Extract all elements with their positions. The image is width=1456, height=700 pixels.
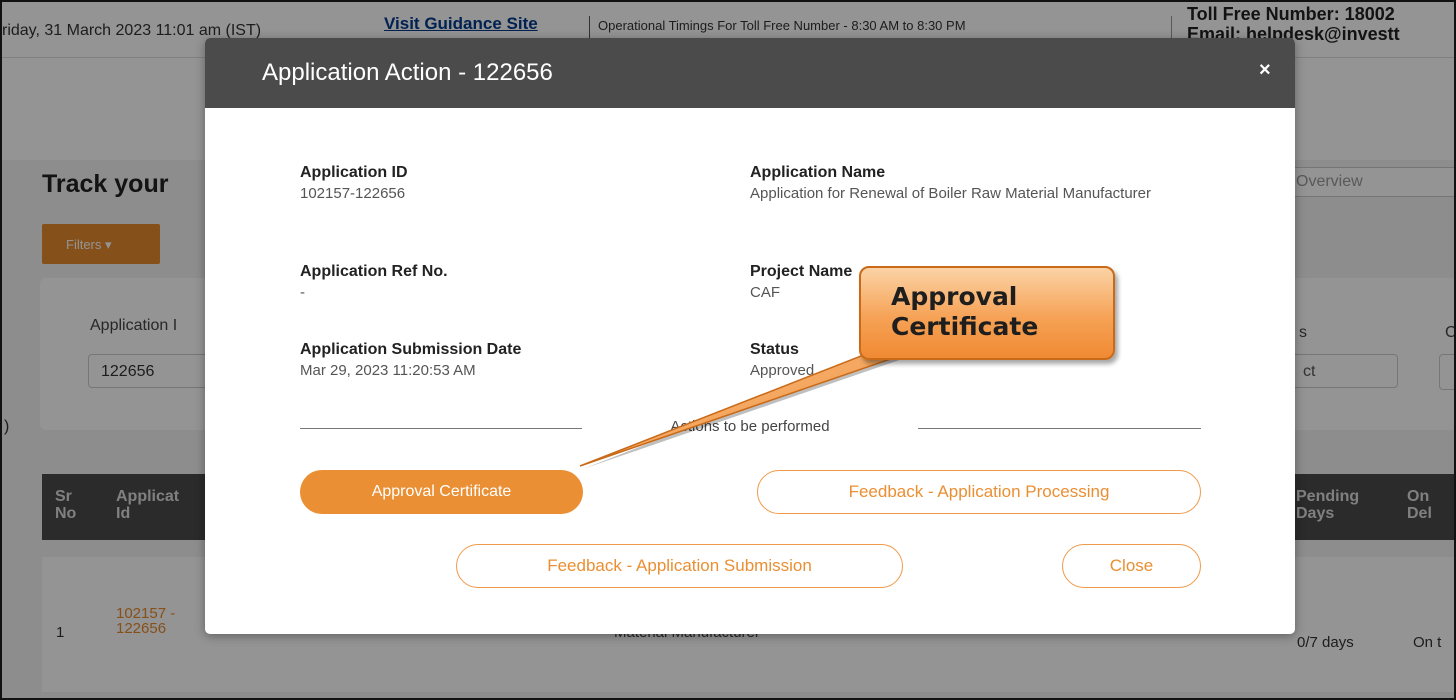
application-ref-value: - [300,284,305,301]
application-name-label: Application Name [750,164,886,181]
feedback-processing-button[interactable]: Feedback - Application Processing [757,470,1201,514]
project-name-label: Project Name [750,263,853,280]
submission-date-label: Application Submission Date [300,341,522,358]
submission-date-value: Mar 29, 2023 11:20:53 AM [300,362,476,379]
browser-frame: riday, 31 March 2023 11:01 am (IST) Visi… [0,0,1456,700]
application-name-value: Application for Renewal of Boiler Raw Ma… [750,185,1152,202]
close-button[interactable]: Close [1062,544,1201,588]
modal-header: Application Action - 122656 × [205,38,1295,108]
application-id-label: Application ID [300,164,408,181]
close-icon[interactable]: × [1259,59,1271,82]
feedback-submission-button[interactable]: Feedback - Application Submission [456,544,903,588]
actions-heading: Actions to be performed [670,418,830,435]
callout-text: Approval Certificate [891,282,1039,341]
project-name-value: CAF [750,284,780,301]
application-ref-label: Application Ref No. [300,263,448,280]
application-id-value: 102157-122656 [300,185,406,202]
status-label: Status [750,341,799,358]
status-value: Approved [750,362,815,379]
modal-title: Application Action - 122656 [262,59,553,86]
application-action-modal: Application Action - 122656 × Applicatio… [205,38,1295,634]
approval-certificate-callout: Approval Certificate [859,266,1115,360]
approval-certificate-button[interactable]: Approval Certificate [300,470,583,514]
